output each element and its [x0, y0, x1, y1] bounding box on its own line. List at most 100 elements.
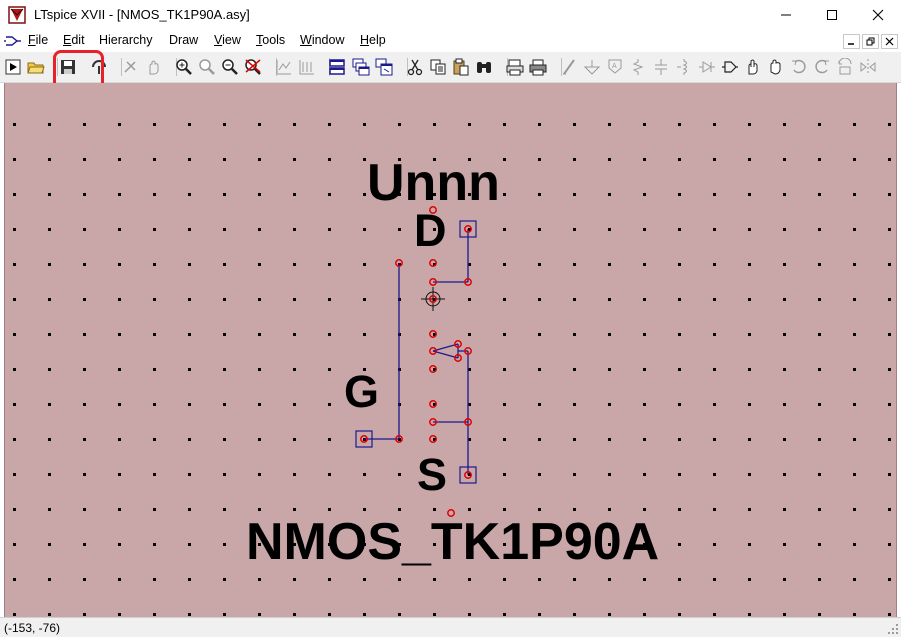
grid-dot	[468, 333, 471, 336]
grid-dot	[223, 613, 226, 616]
component-button[interactable]	[719, 56, 741, 78]
close-button[interactable]	[855, 0, 901, 30]
grid-dot	[608, 298, 611, 301]
minimize-button[interactable]	[763, 0, 809, 30]
move-button[interactable]	[742, 56, 764, 78]
ground-button[interactable]	[581, 56, 603, 78]
grid-dot	[48, 298, 51, 301]
grid-dot	[503, 613, 506, 616]
grid-dot	[83, 298, 86, 301]
grid-dot	[48, 438, 51, 441]
zoom-cancel-button[interactable]	[242, 56, 264, 78]
pan-button[interactable]	[143, 56, 165, 78]
grid-dot	[503, 123, 506, 126]
capacitor-button[interactable]	[650, 56, 672, 78]
grid-dot	[643, 123, 646, 126]
symbol-canvas[interactable]: Unnn D G S NMOS_TK1P90A	[4, 83, 897, 617]
run-button[interactable]	[2, 56, 24, 78]
menu-view[interactable]: View	[214, 33, 241, 47]
instance-name-label[interactable]: Unnn	[367, 153, 500, 213]
tile-vertical-button[interactable]	[373, 56, 395, 78]
print-button[interactable]	[527, 56, 549, 78]
redo-button[interactable]	[811, 56, 833, 78]
grid-dot	[713, 263, 716, 266]
grid-dot	[398, 473, 401, 476]
copy-button[interactable]	[427, 56, 449, 78]
zoom-in-button[interactable]	[173, 56, 195, 78]
model-name-label[interactable]: NMOS_TK1P90A	[246, 512, 659, 572]
label-button[interactable]: A	[604, 56, 626, 78]
grid-dot	[258, 403, 261, 406]
grid-dot	[328, 298, 331, 301]
cascade-button[interactable]	[350, 56, 372, 78]
resistor-button[interactable]	[627, 56, 649, 78]
grid-dot	[293, 263, 296, 266]
print-setup-button[interactable]	[504, 56, 526, 78]
menu-help[interactable]: Help	[360, 33, 386, 47]
inductor-button[interactable]	[673, 56, 695, 78]
pin-label-drain[interactable]: D	[414, 205, 447, 257]
grid-dot	[608, 473, 611, 476]
grid-dot	[13, 578, 16, 581]
menu-edit[interactable]: Edit	[63, 33, 85, 47]
grid-dot	[188, 158, 191, 161]
grid-dot	[188, 508, 191, 511]
grid-dot	[888, 508, 891, 511]
zoom-pan-button[interactable]	[196, 56, 218, 78]
grid-dot	[678, 228, 681, 231]
grid-dot	[293, 473, 296, 476]
grid-dot	[83, 333, 86, 336]
grid-dot	[83, 543, 86, 546]
menu-draw[interactable]: Draw	[169, 33, 198, 47]
cascade-icon	[352, 58, 370, 76]
grid-dot	[188, 263, 191, 266]
grid-dot	[468, 613, 471, 616]
grid-dot	[608, 613, 611, 616]
rotate-button[interactable]	[834, 56, 856, 78]
maximize-button[interactable]	[809, 0, 855, 30]
grid-dot	[503, 333, 506, 336]
mirror-button[interactable]	[857, 56, 879, 78]
grid-dot	[293, 158, 296, 161]
open-button[interactable]	[25, 56, 47, 78]
halt-button[interactable]	[119, 56, 141, 78]
cut-button[interactable]	[404, 56, 426, 78]
resistor-icon	[632, 59, 644, 75]
zoom-out-button[interactable]	[219, 56, 241, 78]
grid-button[interactable]	[296, 56, 318, 78]
grid-dot	[888, 403, 891, 406]
wire-button[interactable]	[558, 56, 580, 78]
menu-window[interactable]: Window	[300, 33, 344, 47]
resize-grip-icon[interactable]	[887, 623, 899, 635]
menu-file[interactable]: File	[28, 33, 48, 47]
diode-button[interactable]	[696, 56, 718, 78]
mdi-close-button[interactable]	[881, 34, 898, 49]
undo-button[interactable]	[788, 56, 810, 78]
drag-button[interactable]	[765, 56, 787, 78]
tile-horizontal-button[interactable]	[326, 56, 348, 78]
find-button[interactable]	[473, 56, 495, 78]
grid-dot	[118, 228, 121, 231]
menu-tools[interactable]: Tools	[256, 33, 285, 47]
pin-label-gate[interactable]: G	[344, 366, 379, 418]
drag-icon	[770, 59, 781, 75]
grid-dot	[83, 193, 86, 196]
pin-label-source[interactable]: S	[417, 449, 447, 501]
menu-hierarchy[interactable]: Hierarchy	[99, 33, 153, 47]
open-icon	[27, 62, 45, 74]
mdi-minimize-button[interactable]	[843, 34, 860, 49]
grid-dot	[328, 263, 331, 266]
symbol-editor-icon[interactable]	[4, 33, 22, 49]
autorange-button[interactable]	[273, 56, 295, 78]
grid-dot	[13, 473, 16, 476]
window-title: LTspice XVII - [NMOS_TK1P90A.asy]	[34, 7, 250, 22]
grid-dot	[48, 158, 51, 161]
grid-dot	[153, 473, 156, 476]
grid-dot	[678, 543, 681, 546]
grid-dot	[853, 123, 856, 126]
zoom-cancel-icon	[245, 59, 261, 75]
paste-button[interactable]	[450, 56, 472, 78]
grid-dot	[118, 578, 121, 581]
grid-dot	[853, 613, 856, 616]
mdi-restore-button[interactable]	[862, 34, 879, 49]
